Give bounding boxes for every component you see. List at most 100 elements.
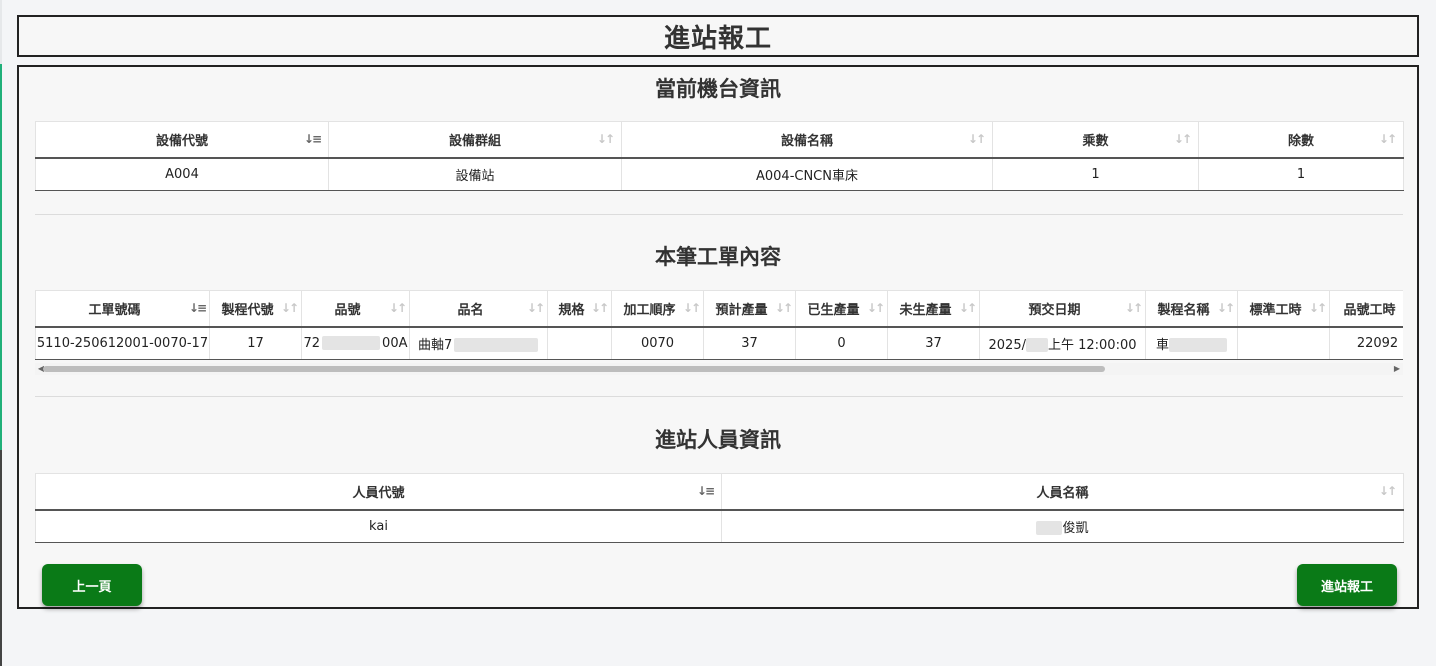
redacted-block [322,336,381,351]
column-label: 加工順序 [623,302,676,318]
sort-arrows-icon[interactable]: ↓↑ [527,301,545,315]
sort-arrows-icon[interactable]: ↓↑ [591,301,609,315]
col-header-part-hours[interactable]: 品號工時↓↑ [1329,290,1403,328]
sort-arrows-icon[interactable]: ↓↑ [389,301,407,315]
sort-arrows-icon[interactable]: ↓↑ [867,301,885,315]
scroll-thumb[interactable] [43,366,1105,372]
cell-due-date: 2025/上午 12:00:00 [979,326,1146,360]
work-order-table-header: 工單號碼 ↓≡ 製程代號 ↓↑ 品號 ↓↑ 品名 ↓↑ 規格 ↓↑ 加工順序 ↓↑ 預計產量… [35,290,1403,328]
column-label: 設備名稱 [780,133,833,149]
cell-sequence: 0070 [611,326,704,360]
cell-staff-name: 俊凱 [721,509,1404,543]
staff-section-title: 進站人員資訊 [655,428,781,452]
sort-arrows-icon[interactable]: ↓↑ [1379,484,1397,498]
col-header-part-no[interactable]: 品號 ↓↑ [301,290,410,328]
column-label: 已生產量 [807,302,860,318]
cell-process-code: 17 [209,326,302,360]
previous-page-button[interactable]: 上一頁 [42,564,142,606]
col-header-staff-name[interactable]: 人員名稱 ↓↑ [721,473,1404,511]
col-header-multiplier[interactable]: 乘數 ↓↑ [992,121,1199,159]
left-accent-bar [0,64,2,450]
check-in-report-button[interactable]: 進站報工 [1297,564,1397,606]
sort-arrows-icon[interactable]: ↓↑ [683,301,701,315]
cell-part-no: 72 00A [301,326,410,360]
col-header-remaining-qty[interactable]: 未生產量 ↓↑ [887,290,980,328]
cell-multiplier: 1 [992,157,1199,191]
column-label: 乘數 [1082,133,1109,149]
col-header-equipment-group[interactable]: 設備群組 ↓↑ [328,121,622,159]
section-divider [35,214,1403,215]
col-header-spec[interactable]: 規格 ↓↑ [547,290,612,328]
sort-arrows-icon[interactable]: ↓↑ [959,301,977,315]
sort-arrows-icon[interactable]: ↓↑ [281,301,299,315]
staff-table: 人員代號 ↓≡ 人員名稱 ↓↑ kai 俊凱 [35,473,1404,543]
sort-ascending-icon[interactable]: ↓≡ [189,301,207,315]
machine-table: 設備代號 ↓≡ 設備群組 ↓↑ 設備名稱 ↓↑ 乘數 ↓↑ 除數 ↓↑ A004 設備站 … [35,121,1404,191]
cell-equipment-code: A004 [35,157,329,191]
part-no-prefix: 72 [303,335,321,351]
redacted-block [1025,338,1048,353]
sort-arrows-icon[interactable]: ↓↑ [968,132,986,146]
sort-arrows-icon[interactable]: ↓↑ [1379,132,1397,146]
column-label: 未生產量 [899,302,952,318]
col-header-planned-qty[interactable]: 預計產量 ↓↑ [703,290,796,328]
work-order-table: 工單號碼 ↓≡ 製程代號 ↓↑ 品號 ↓↑ 品名 ↓↑ 規格 ↓↑ 加工順序 ↓↑ 預計產量… [35,290,1403,360]
column-label: 標準工時 [1249,302,1302,318]
column-label: 除數 [1287,133,1314,149]
col-header-process-name[interactable]: 製程名稱 ↓↑ [1145,290,1238,328]
col-header-equipment-name[interactable]: 設備名稱 ↓↑ [621,121,993,159]
col-header-work-order-no[interactable]: 工單號碼 ↓≡ [35,290,210,328]
cell-staff-code: kai [35,509,722,543]
part-no-suffix: 00A [382,335,408,351]
cell-planned-qty: 37 [703,326,796,360]
col-header-sequence[interactable]: 加工順序 ↓↑ [611,290,704,328]
sort-arrows-icon[interactable]: ↓↑ [597,132,615,146]
sort-ascending-icon[interactable]: ↓≡ [304,132,322,146]
cell-part-hours: 22092 [1329,326,1403,360]
section-divider [35,396,1403,397]
column-label: 製程名稱 [1157,302,1210,318]
col-header-part-name[interactable]: 品名 ↓↑ [409,290,548,328]
work-order-section-title: 本筆工單內容 [655,245,781,269]
redacted-block [454,338,539,353]
cell-standard-hours [1237,326,1330,360]
cell-work-order-no: 5110-250612001-0070-17 [35,326,210,360]
column-label: 預交日期 [1028,302,1081,318]
machine-section-title: 當前機台資訊 [655,77,781,101]
col-header-standard-hours[interactable]: 標準工時 ↓↑ [1237,290,1330,328]
staff-name-suffix: 俊凱 [1062,520,1089,536]
sort-arrows-icon[interactable]: ↓↑ [775,301,793,315]
col-header-produced-qty[interactable]: 已生產量 ↓↑ [795,290,888,328]
column-label: 製程代號 [221,302,274,318]
redacted-block [1036,521,1063,536]
sort-arrows-icon[interactable]: ↓↑ [1125,301,1143,315]
cell-remaining-qty: 37 [887,326,980,360]
machine-table-header: 設備代號 ↓≡ 設備群組 ↓↑ 設備名稱 ↓↑ 乘數 ↓↑ 除數 ↓↑ [35,121,1404,159]
column-label: 規格 [558,302,585,318]
scroll-right-arrow-icon[interactable]: ▶ [1391,363,1403,375]
col-header-equipment-code[interactable]: 設備代號 ↓≡ [35,121,329,159]
due-date-prefix: 2025/ [988,337,1026,353]
page-title: 進站報工 [663,23,772,54]
sort-arrows-icon[interactable]: ↓↑ [1309,301,1327,315]
col-header-divisor[interactable]: 除數 ↓↑ [1198,121,1404,159]
column-label: 預計產量 [715,302,768,318]
column-label: 品號工時 [1343,302,1396,318]
column-label: 人員名稱 [1036,485,1089,501]
col-header-staff-code[interactable]: 人員代號 ↓≡ [35,473,722,511]
column-label: 品名 [457,302,484,318]
left-edge-dark [0,450,2,666]
sort-ascending-icon[interactable]: ↓≡ [697,484,715,498]
cell-divisor: 1 [1198,157,1404,191]
horizontal-scrollbar[interactable]: ◀ ▶ [35,363,1403,375]
sort-arrows-icon[interactable]: ↓↑ [1174,132,1192,146]
cell-process-name: 車 [1145,326,1238,360]
column-label: 品號 [334,302,361,318]
cell-produced-qty: 0 [795,326,888,360]
table-row: A004 設備站 A004-CNCN車床 1 1 [35,157,1404,191]
col-header-process-code[interactable]: 製程代號 ↓↑ [209,290,302,328]
table-row: 5110-250612001-0070-17 17 72 00A 曲軸7 0070… [35,326,1403,360]
col-header-due-date[interactable]: 預交日期 ↓↑ [979,290,1146,328]
column-label: 工單號碼 [88,302,141,318]
sort-arrows-icon[interactable]: ↓↑ [1217,301,1235,315]
